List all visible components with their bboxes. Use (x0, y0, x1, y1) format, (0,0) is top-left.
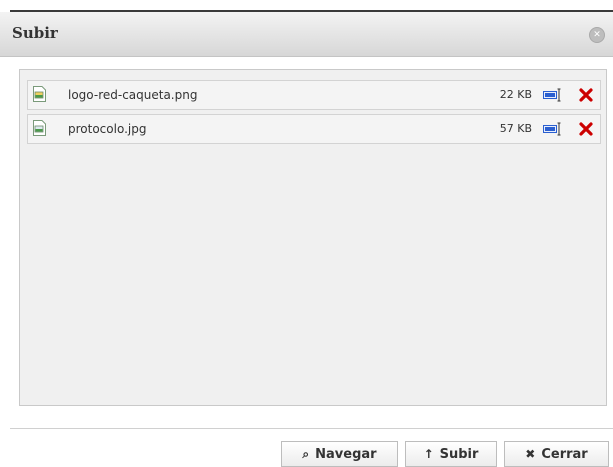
cerrar-button[interactable]: ✖ Cerrar (504, 441, 609, 467)
rename-icon[interactable] (543, 88, 563, 102)
file-size: 57 KB (499, 122, 532, 135)
delete-icon[interactable] (578, 87, 594, 103)
file-name: logo-red-caqueta.png (68, 88, 198, 102)
cerrar-button-label: Cerrar (541, 446, 588, 462)
file-row[interactable]: logo-red-caqueta.png 22 KB (27, 80, 601, 110)
footer-divider (10, 428, 613, 429)
navegar-button[interactable]: ⌕ Navegar (281, 441, 398, 467)
file-size: 22 KB (499, 88, 532, 101)
dialog-title: Subir (12, 24, 58, 42)
upload-arrow-icon: ↑ (423, 447, 434, 461)
close-dialog-icon[interactable]: ✕ (589, 27, 605, 43)
image-file-icon (33, 120, 46, 136)
file-list: logo-red-caqueta.png 22 KB protocolo.jpg… (19, 69, 607, 406)
image-file-icon (33, 86, 46, 102)
subir-button-label: Subir (439, 446, 479, 462)
rename-icon[interactable] (543, 122, 563, 136)
subir-button[interactable]: ↑ Subir (405, 441, 497, 467)
delete-icon[interactable] (578, 121, 594, 137)
file-row[interactable]: protocolo.jpg 57 KB (27, 114, 601, 144)
close-icon: ✖ (525, 447, 536, 461)
dialog-titlebar: Subir ✕ (0, 12, 613, 57)
file-name: protocolo.jpg (68, 122, 147, 136)
navegar-button-label: Navegar (315, 446, 377, 462)
search-icon: ⌕ (302, 446, 310, 461)
